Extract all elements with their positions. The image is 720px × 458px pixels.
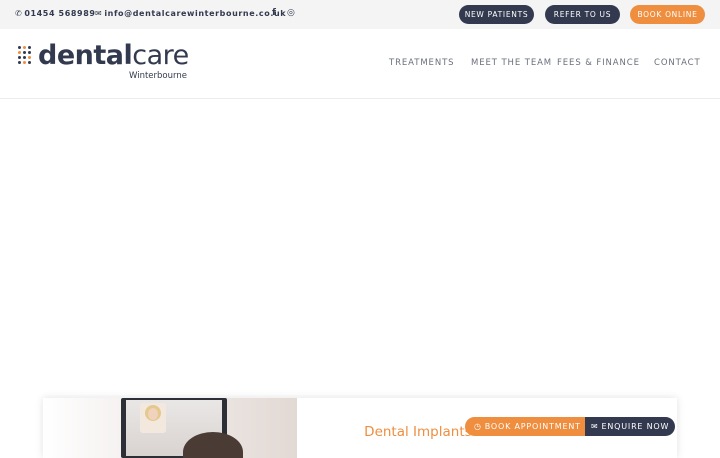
phone-number: 01454 568989	[24, 9, 96, 18]
nav-contact[interactable]: CONTACT	[654, 58, 701, 68]
envelope-icon: ✉	[95, 9, 103, 18]
enquire-now-button[interactable]: ✉ ENQUIRE NOW	[585, 417, 675, 436]
phone-icon: ✆	[15, 9, 23, 18]
book-online-button[interactable]: BOOK ONLINE	[630, 5, 705, 24]
refer-to-us-button[interactable]: REFER TO US	[545, 5, 620, 24]
nav-fees-finance[interactable]: FEES & FINANCE	[557, 58, 640, 68]
book-appointment-button[interactable]: ◷ BOOK APPOINTMENT	[465, 417, 586, 436]
nav-treatments[interactable]: TREATMENTS	[389, 58, 454, 68]
clock-icon: ◷	[474, 422, 482, 431]
logo-subtitle: Winterbourne	[129, 71, 187, 81]
email-address: info@dentalcarewinterbourne.co.uk	[104, 9, 287, 18]
logo-light-text: care	[132, 40, 189, 71]
enquire-now-label: ENQUIRE NOW	[601, 422, 670, 431]
logo-bold-text: dental	[38, 40, 133, 71]
site-header: dentalcare Winterbourne TREATMENTS MEET …	[0, 29, 720, 99]
nav-meet-the-team[interactable]: MEET THE TEAM	[471, 58, 552, 68]
site-logo[interactable]: dentalcare	[38, 40, 189, 71]
instagram-icon[interactable]: ◎	[287, 8, 295, 18]
new-patients-button[interactable]: NEW PATIENTS	[459, 5, 534, 24]
email-link[interactable]: ✉ info@dentalcarewinterbourne.co.uk	[95, 9, 286, 18]
facebook-icon[interactable]: f	[272, 8, 276, 18]
phone-link[interactable]: ✆ 01454 568989	[15, 9, 96, 18]
logo-dots-icon	[18, 46, 32, 68]
consultation-image	[43, 398, 297, 458]
book-appointment-label: BOOK APPOINTMENT	[484, 422, 581, 431]
envelope-icon: ✉	[591, 422, 599, 431]
top-bar: ✆ 01454 568989 ✉ info@dentalcarewinterbour…	[0, 0, 720, 29]
